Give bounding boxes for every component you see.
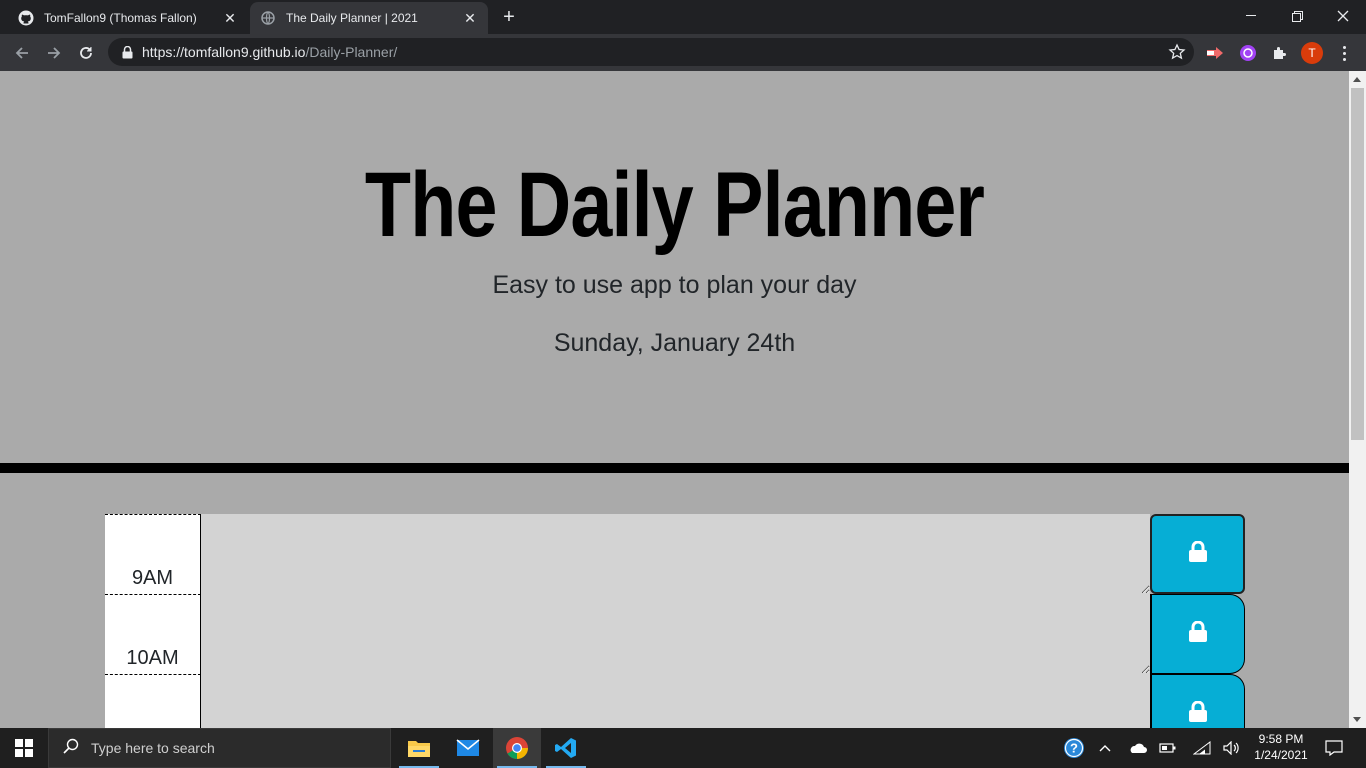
tab-title: The Daily Planner | 2021 bbox=[286, 11, 418, 25]
browser-tab-strip: TomFallon9 (Thomas Fallon) ✕ The Daily P… bbox=[0, 0, 1366, 34]
lock-icon bbox=[1188, 540, 1208, 568]
lock-icon bbox=[1188, 700, 1208, 728]
page-title: The Daily Planner bbox=[364, 154, 985, 256]
scrollbar-thumb[interactable] bbox=[1351, 88, 1364, 440]
restore-icon[interactable] bbox=[1274, 0, 1320, 32]
new-tab-button[interactable]: + bbox=[498, 6, 520, 28]
save-button[interactable] bbox=[1150, 514, 1245, 594]
tab-github-profile[interactable]: TomFallon9 (Thomas Fallon) ✕ bbox=[8, 2, 248, 34]
back-arrow-icon[interactable] bbox=[8, 39, 36, 67]
header-divider bbox=[0, 463, 1349, 473]
page-viewport: The Daily Planner Easy to use app to pla… bbox=[0, 71, 1349, 728]
close-window-icon[interactable] bbox=[1320, 0, 1366, 32]
chevron-up-icon[interactable] bbox=[1094, 728, 1116, 768]
scroll-down-arrow-icon[interactable] bbox=[1353, 717, 1361, 722]
url-host: https://tomfallon9.github.io bbox=[142, 44, 306, 60]
onedrive-cloud-icon[interactable] bbox=[1124, 728, 1150, 768]
lock-icon bbox=[1188, 620, 1208, 648]
minimize-icon[interactable] bbox=[1228, 0, 1274, 32]
search-placeholder: Type here to search bbox=[91, 740, 215, 756]
extension-purple-icon[interactable] bbox=[1236, 41, 1260, 65]
hour-label: 11AM bbox=[105, 674, 201, 728]
time-block-row: 10AM bbox=[105, 594, 1245, 674]
current-day: Sunday, January 24th bbox=[553, 329, 796, 357]
wifi-icon[interactable] bbox=[1190, 728, 1214, 768]
svg-text:?: ? bbox=[1070, 741, 1078, 756]
forward-arrow-icon[interactable] bbox=[40, 39, 68, 67]
volume-icon[interactable] bbox=[1220, 728, 1244, 768]
windows-taskbar: Type here to search ? 9:58 PM 1/24/2021 bbox=[0, 728, 1366, 768]
hour-label: 9AM bbox=[105, 514, 201, 594]
task-input[interactable] bbox=[201, 514, 1150, 594]
github-icon bbox=[18, 10, 34, 26]
scroll-up-arrow-icon[interactable] bbox=[1353, 77, 1361, 82]
clock-date: 1/24/2021 bbox=[1254, 748, 1308, 762]
taskbar-clock[interactable]: 9:58 PM 1/24/2021 bbox=[1248, 731, 1314, 763]
profile-avatar[interactable]: T bbox=[1301, 42, 1323, 64]
time-block-row: 9AM bbox=[105, 514, 1245, 594]
vscode-icon[interactable] bbox=[542, 728, 590, 768]
chrome-icon[interactable] bbox=[493, 728, 541, 768]
save-button[interactable] bbox=[1150, 674, 1245, 728]
browser-menu-icon[interactable] bbox=[1334, 41, 1354, 65]
tab-daily-planner[interactable]: The Daily Planner | 2021 ✕ bbox=[250, 2, 488, 34]
hour-label: 10AM bbox=[105, 594, 201, 674]
address-bar[interactable]: https://tomfallon9.github.io/Daily-Plann… bbox=[108, 38, 1194, 66]
extension-red-arrow-icon[interactable] bbox=[1203, 41, 1227, 65]
mail-icon[interactable] bbox=[444, 728, 492, 768]
task-input[interactable] bbox=[201, 594, 1150, 674]
tab-title: TomFallon9 (Thomas Fallon) bbox=[44, 11, 197, 25]
clock-time: 9:58 PM bbox=[1258, 732, 1304, 746]
notification-center-icon[interactable] bbox=[1320, 728, 1348, 768]
page-subtitle: Easy to use app to plan your day bbox=[492, 271, 857, 299]
search-icon bbox=[63, 738, 79, 759]
url-text: https://tomfallon9.github.io/Daily-Plann… bbox=[142, 44, 397, 60]
time-block-list: 9AM 10AM 11AM bbox=[105, 514, 1245, 728]
battery-icon[interactable] bbox=[1156, 728, 1180, 768]
close-tab-icon[interactable]: ✕ bbox=[462, 10, 478, 26]
close-tab-icon[interactable]: ✕ bbox=[222, 10, 238, 26]
lock-icon[interactable] bbox=[120, 45, 134, 59]
bookmark-star-icon[interactable] bbox=[1168, 43, 1186, 61]
reload-icon[interactable] bbox=[72, 39, 100, 67]
task-input[interactable] bbox=[201, 674, 1150, 728]
taskbar-search-box[interactable]: Type here to search bbox=[48, 728, 391, 768]
file-explorer-icon[interactable] bbox=[395, 728, 443, 768]
windows-start-icon[interactable] bbox=[0, 728, 48, 768]
page-scrollbar[interactable] bbox=[1349, 71, 1366, 728]
url-path: /Daily-Planner/ bbox=[305, 44, 398, 60]
help-icon[interactable]: ? bbox=[1060, 728, 1088, 768]
globe-icon bbox=[260, 10, 276, 26]
save-button[interactable] bbox=[1150, 594, 1245, 674]
browser-toolbar: https://tomfallon9.github.io/Daily-Plann… bbox=[0, 34, 1366, 71]
time-block-row: 11AM bbox=[105, 674, 1245, 728]
jumbotron: The Daily Planner Easy to use app to pla… bbox=[0, 71, 1349, 463]
extensions-puzzle-icon[interactable] bbox=[1268, 41, 1292, 65]
